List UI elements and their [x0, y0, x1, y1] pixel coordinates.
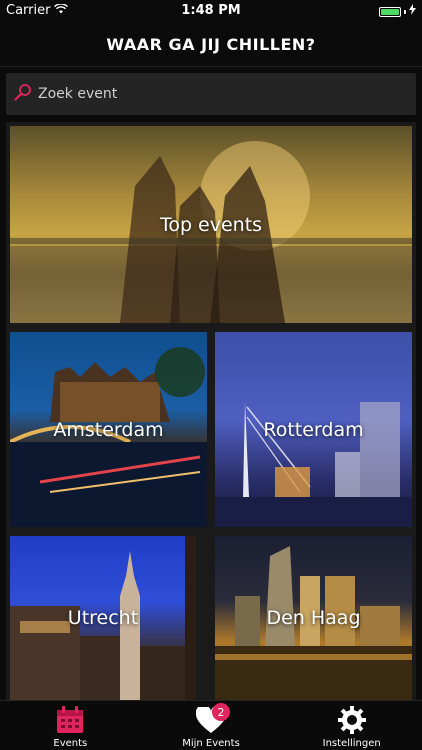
nav-bar: WAAR GA JIJ CHILLEN? — [0, 22, 422, 67]
notification-badge: 2 — [212, 703, 230, 721]
tile-label: Utrecht — [67, 607, 139, 629]
tile-label: Den Haag — [266, 607, 361, 629]
tab-label: Mijn Events — [182, 738, 240, 749]
tile-den-haag[interactable]: Den Haag — [215, 536, 412, 700]
calendar-icon — [53, 705, 87, 735]
search-icon — [14, 83, 32, 105]
tile-top-events[interactable]: Top events — [10, 126, 412, 323]
status-right — [379, 4, 416, 19]
tab-mijn-events[interactable]: 2 Mijn Events — [141, 701, 282, 750]
tile-utrecht[interactable]: Utrecht — [10, 536, 196, 700]
status-time: 1:48 PM — [181, 3, 241, 18]
gear-icon — [335, 705, 369, 735]
tile-amsterdam[interactable]: Amsterdam — [10, 332, 207, 527]
search-bar[interactable] — [6, 73, 416, 115]
event-category-grid: Top events Amsterdam Rotterdam Utrecht D… — [6, 122, 416, 700]
status-bar: Carrier 1:48 PM — [0, 0, 422, 22]
tab-label: Events — [53, 738, 88, 749]
tile-label: Amsterdam — [53, 418, 164, 441]
tab-events[interactable]: Events — [0, 701, 141, 750]
tile-rotterdam[interactable]: Rotterdam — [215, 332, 412, 527]
battery-tip — [404, 9, 406, 14]
app-screen: Carrier 1:48 PM WAAR GA JIJ CHILLEN? Zoe… — [0, 0, 422, 750]
tile-label: Top events — [159, 213, 263, 236]
tab-instellingen[interactable]: Instellingen — [281, 701, 422, 750]
tab-bar: Events 2 Mijn Events Instellingen — [0, 700, 422, 750]
search-input[interactable] — [36, 85, 400, 103]
page-title: WAAR GA JIJ CHILLEN? — [106, 34, 316, 54]
battery-icon — [379, 6, 401, 17]
tile-label: Rotterdam — [263, 418, 364, 441]
charging-icon — [409, 4, 416, 19]
heart-icon: 2 — [194, 703, 230, 735]
tab-label: Instellingen — [322, 738, 381, 749]
